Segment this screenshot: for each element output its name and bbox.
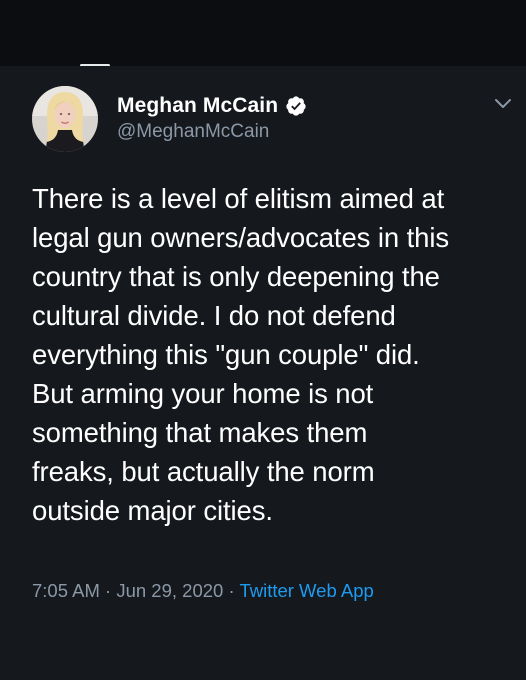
meta-separator: · [99,580,117,601]
meta-separator-2: · [223,580,240,601]
display-name[interactable]: Meghan McCain [117,94,278,118]
top-bar [0,0,526,66]
verified-badge-icon [286,96,306,116]
tweet-source-link[interactable]: Twitter Web App [239,580,373,601]
avatar-image [32,86,98,152]
chevron-down-icon[interactable] [494,98,512,110]
avatar[interactable] [32,86,98,152]
author-name-row[interactable]: Meghan McCain [117,94,307,118]
author-handle[interactable]: @MeghanMcCain [117,121,269,143]
tweet-time[interactable]: 7:05 AM [32,580,100,601]
tweet-metadata: 7:05 AM · Jun 29, 2020 · Twitter Web App [32,580,374,602]
tweet-date[interactable]: Jun 29, 2020 [116,580,223,601]
tweet-text: There is a level of elitism aimed at leg… [32,183,449,526]
